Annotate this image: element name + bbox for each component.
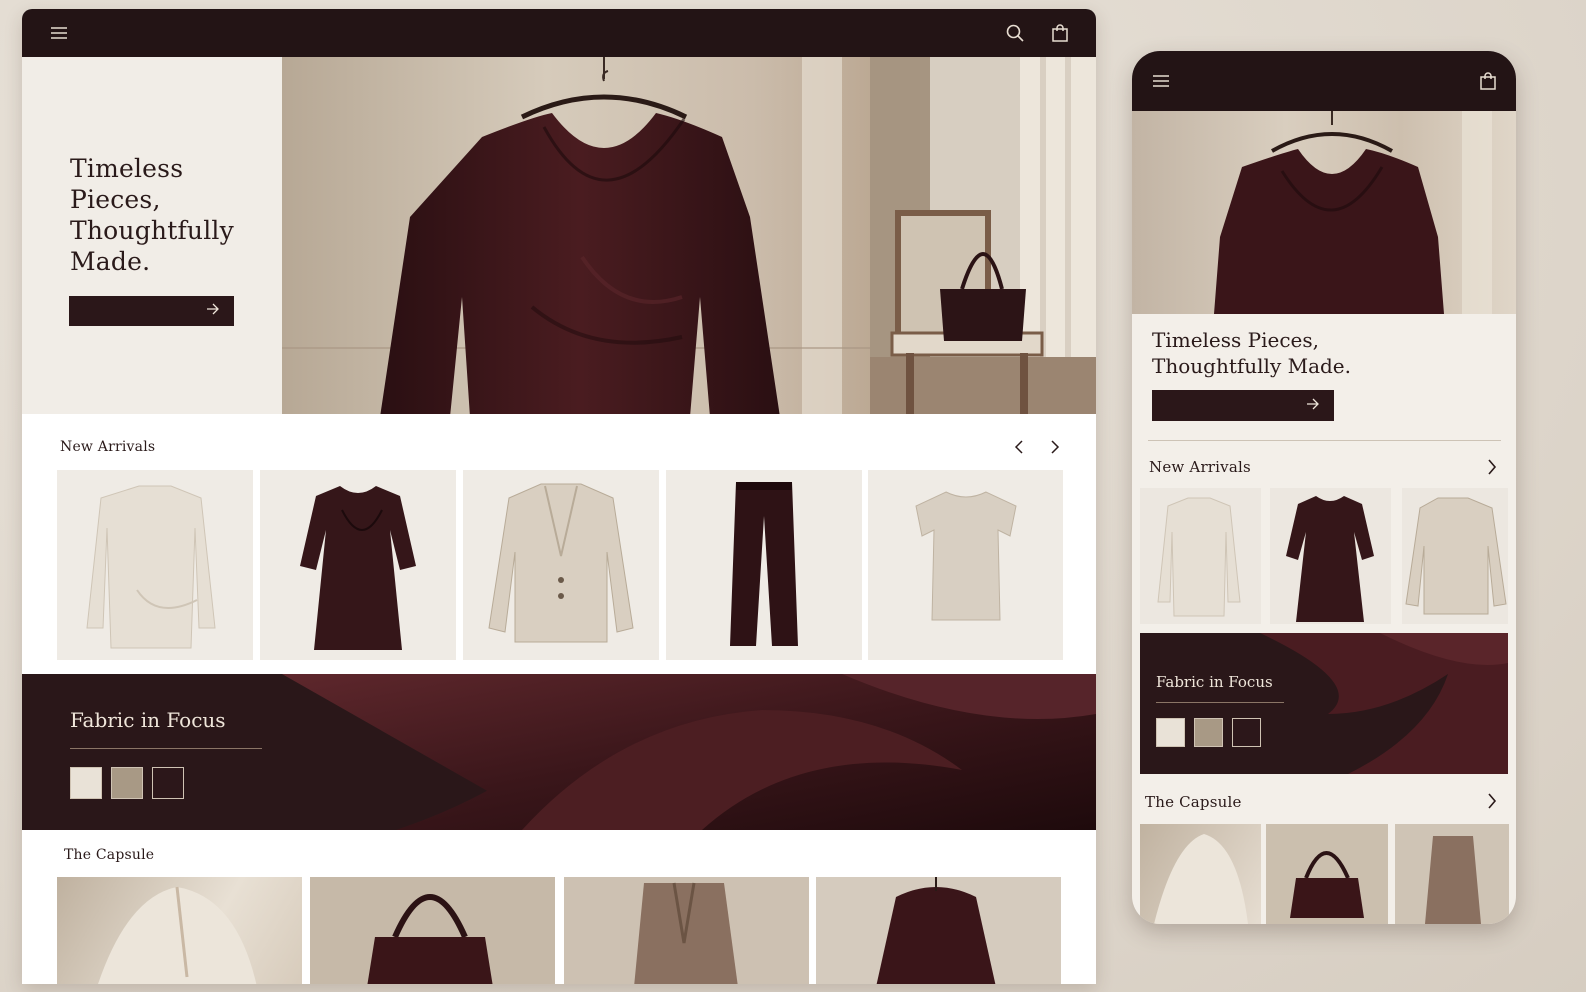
mobile-capsule-handbag[interactable] [1266,824,1388,924]
mobile-product-blazer[interactable] [1402,488,1508,624]
fabric-text-panel: Fabric in Focus [22,674,282,830]
mobile-capsule-coat[interactable] [1395,824,1509,924]
capsule-image-coat[interactable] [564,877,809,984]
capsule-image-blouse[interactable] [57,877,302,984]
hero-image-blouse [282,57,870,414]
chevron-right-icon[interactable] [1487,459,1497,475]
mobile-hero-cta-button[interactable] [1152,390,1334,421]
hero-title-line: Timeless [70,154,184,183]
hero-title-line: Made. [70,247,151,276]
swatch-burgundy[interactable] [1232,718,1261,747]
capsule-image-handbag[interactable] [310,877,555,984]
product-card-knit-vest[interactable] [868,470,1063,660]
mobile-frame: Timeless Pieces, Thoughtfully Made. New … [1132,51,1516,924]
desktop-frame: Timeless Pieces, Thoughtfully Made. New … [22,9,1096,984]
chevron-right-icon[interactable] [1487,793,1497,809]
product-card-blazer[interactable] [463,470,659,660]
product-card-dress[interactable] [260,470,456,660]
swatch-taupe[interactable] [111,767,143,799]
arrow-right-icon [1306,397,1320,415]
top-nav [22,9,1096,57]
hamburger-menu-icon[interactable] [50,26,68,40]
mobile-hero-image [1132,111,1516,314]
divider [1148,440,1501,441]
chevron-right-icon[interactable] [1050,440,1060,454]
fabric-title: Fabric in Focus [70,708,226,732]
divider [1156,702,1284,703]
mobile-product-dress[interactable] [1270,488,1391,624]
search-icon[interactable] [1006,24,1024,42]
mobile-product-blouse[interactable] [1140,488,1261,624]
mobile-capsule-title: The Capsule [1145,793,1242,811]
hero-image-chair-bag [870,57,1096,414]
hero-cta-button[interactable] [69,296,234,326]
mobile-hero-title: Timeless Pieces, Thoughtfully Made. [1152,327,1351,379]
capsule-image-silk-blouse[interactable] [816,877,1061,984]
new-arrivals-title: New Arrivals [60,439,156,455]
product-card-blouse[interactable] [57,470,253,660]
swatch-cream[interactable] [1156,718,1185,747]
mobile-new-arrivals-title: New Arrivals [1149,458,1251,476]
hero-title-line: Thoughtfully [70,216,234,245]
capsule-title: The Capsule [64,847,155,863]
arrow-right-icon [206,302,220,320]
product-card-trousers[interactable] [666,470,862,660]
chevron-left-icon[interactable] [1014,440,1024,454]
swatch-taupe[interactable] [1194,718,1223,747]
shopping-bag-icon[interactable] [1052,24,1068,42]
shopping-bag-icon[interactable] [1480,72,1496,90]
mobile-top-nav [1132,51,1516,111]
hero-text-panel: Timeless Pieces, Thoughtfully Made. [22,57,282,414]
hero-title-line: Timeless Pieces, [1152,328,1320,352]
mobile-fabric-title: Fabric in Focus [1156,673,1273,691]
swatch-burgundy[interactable] [152,767,184,799]
hero-banner: Timeless Pieces, Thoughtfully Made. [22,57,1096,414]
swatch-cream[interactable] [70,767,102,799]
fabric-in-focus-banner: Fabric in Focus [22,674,1096,830]
mobile-fabric-in-focus-banner: Fabric in Focus [1140,633,1508,774]
hero-title-line: Pieces, [70,185,161,214]
hero-title: Timeless Pieces, Thoughtfully Made. [70,153,270,277]
divider [70,748,262,749]
mobile-capsule-blouse[interactable] [1140,824,1261,924]
hamburger-menu-icon[interactable] [1152,74,1170,88]
hero-title-line: Thoughtfully Made. [1152,354,1351,378]
